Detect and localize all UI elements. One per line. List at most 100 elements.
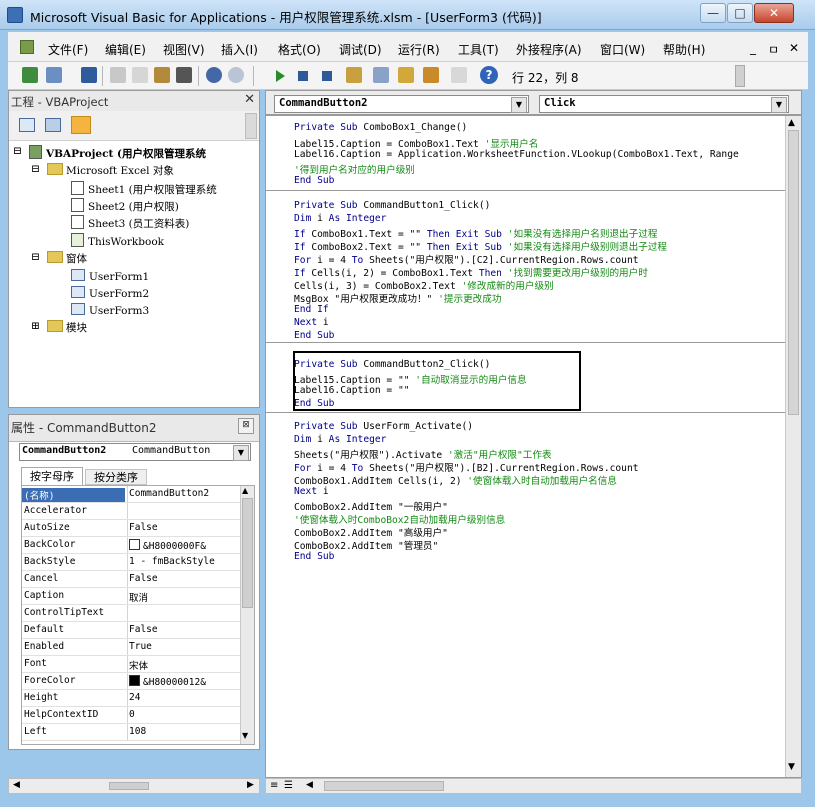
code-line[interactable]: Label15.Caption = ComboBox1.Text '显示用户名 — [294, 136, 538, 150]
tree-sheet2[interactable]: Sheet2 (用户权限) — [71, 198, 179, 214]
project-pane-close-icon[interactable]: ✕ — [244, 92, 255, 107]
code-line[interactable]: If Cells(i, 2) = ComboBox1.Text Then '找到… — [294, 265, 648, 279]
menu-view[interactable]: 视图(V) — [163, 41, 205, 58]
code-line[interactable]: End Sub — [294, 175, 334, 186]
code-scroll-thumb[interactable] — [788, 130, 799, 415]
tree-modules-folder[interactable]: 模块 — [47, 320, 87, 335]
code-line[interactable]: Next i — [294, 317, 329, 328]
code-line[interactable]: For i = 4 To Sheets("用户权限").[B2].Current… — [294, 460, 639, 474]
design-mode-icon[interactable] — [346, 67, 362, 83]
code-vertical-scrollbar[interactable]: ▲ ▼ — [785, 116, 801, 777]
property-value[interactable]: False — [129, 573, 158, 584]
maximize-button[interactable]: □ — [727, 3, 753, 23]
properties-pane-close-icon[interactable]: ⊠ — [238, 418, 254, 434]
code-line[interactable]: ComboBox2.AddItem "一般用户" — [294, 499, 448, 513]
minimize-button[interactable]: — — [700, 3, 726, 23]
code-line[interactable]: Private Sub ComboBox1_Change() — [294, 122, 467, 133]
menu-help[interactable]: 帮助(H) — [663, 41, 705, 58]
tree-thisworkbook[interactable]: ThisWorkbook — [71, 233, 164, 248]
scroll-up-arrow-icon[interactable]: ▲ — [242, 486, 248, 495]
project-pane-scroll-thumb[interactable] — [245, 113, 257, 139]
tree-expander[interactable]: ⊟ — [31, 163, 40, 175]
menu-window[interactable]: 窗口(W) — [600, 41, 645, 58]
property-row[interactable]: Left 108 — [22, 724, 240, 741]
code-line[interactable]: If ComboBox1.Text = "" Then Exit Sub '如果… — [294, 226, 657, 240]
code-line[interactable]: '得到用户名对应的用户级别 — [294, 162, 415, 176]
mdi-minimize-button[interactable]: _ — [750, 41, 756, 55]
code-line[interactable]: End If — [294, 304, 329, 315]
project-explorer-icon[interactable] — [373, 67, 389, 83]
view-code-icon[interactable] — [19, 118, 35, 132]
menu-edit[interactable]: 编辑(E) — [105, 41, 146, 58]
code-line[interactable]: End Sub — [294, 551, 334, 562]
property-value[interactable]: &H8000000F& — [129, 539, 206, 552]
paste-icon[interactable] — [154, 67, 170, 83]
redo-icon[interactable] — [228, 67, 244, 83]
full-module-view-icon[interactable]: ☰ — [284, 780, 293, 791]
tree-expander[interactable]: ⊟ — [13, 145, 22, 157]
tree-userform1[interactable]: UserForm1 — [71, 269, 149, 283]
properties-object-combo[interactable]: CommandButton2 CommandButton ▼ — [19, 443, 251, 461]
object-combo[interactable]: CommandButton2 ▼ — [274, 95, 529, 113]
run-icon[interactable] — [276, 70, 285, 82]
properties-window-icon[interactable] — [398, 67, 414, 83]
property-value[interactable]: 24 — [129, 692, 140, 703]
tree-sheet3[interactable]: Sheet3 (员工资料表) — [71, 215, 189, 231]
mdi-restore-button[interactable]: ㅁ — [768, 41, 779, 58]
property-row[interactable]: HelpContextID 0 — [22, 707, 240, 724]
mdi-close-button[interactable]: ✕ — [789, 41, 799, 55]
toolbox-icon[interactable] — [451, 67, 467, 83]
property-row[interactable]: AutoSize False — [22, 520, 240, 537]
tree-sheet1[interactable]: Sheet1 (用户权限管理系统 — [71, 181, 217, 197]
menu-debug[interactable]: 调试(D) — [339, 41, 382, 58]
properties-scroll-thumb[interactable] — [242, 498, 253, 608]
tree-forms-folder[interactable]: 窗体 — [47, 251, 87, 266]
menu-addins[interactable]: 外接程序(A) — [516, 41, 582, 58]
scroll-right-arrow-icon[interactable]: ▶ — [247, 780, 254, 790]
property-value[interactable]: &H80000012& — [129, 675, 206, 688]
code-line[interactable]: Dim i As Integer — [294, 434, 386, 445]
left-scroll-thumb[interactable] — [109, 782, 149, 790]
code-editor[interactable]: Private Sub ComboBox1_Change() Label15.Ca… — [265, 115, 802, 778]
properties-scrollbar[interactable]: ▲ ▼ — [240, 486, 254, 744]
property-row[interactable]: Height 24 — [22, 690, 240, 707]
scroll-left-arrow-icon[interactable]: ◀ — [306, 780, 313, 790]
menu-tools[interactable]: 工具(T) — [458, 41, 499, 58]
menu-insert[interactable]: 插入(I) — [221, 41, 258, 58]
scroll-down-arrow-icon[interactable]: ▼ — [788, 762, 795, 772]
chevron-down-icon[interactable]: ▼ — [771, 97, 787, 113]
chevron-down-icon[interactable]: ▼ — [511, 97, 527, 113]
code-line[interactable]: Sheets("用户权限").Activate '激活"用户权限"工作表 — [294, 447, 552, 461]
code-line[interactable]: If ComboBox2.Text = "" Then Exit Sub '如果… — [294, 239, 667, 253]
property-row[interactable]: Cancel False — [22, 571, 240, 588]
property-value[interactable]: 1 - fmBackStyle — [129, 556, 215, 567]
property-value[interactable]: CommandButton2 — [129, 488, 209, 499]
property-row[interactable]: Accelerator — [22, 503, 240, 520]
code-line[interactable]: Private Sub UserForm_Activate() — [294, 421, 473, 432]
find-icon[interactable] — [176, 67, 192, 83]
property-value[interactable]: 取消 — [129, 590, 148, 604]
property-value[interactable]: False — [129, 624, 158, 635]
property-row[interactable]: Caption 取消 — [22, 588, 240, 605]
reset-icon[interactable] — [322, 71, 332, 81]
property-row[interactable]: BackStyle 1 - fmBackStyle — [22, 554, 240, 571]
tree-expander[interactable]: ⊟ — [31, 251, 40, 263]
property-row[interactable]: ForeColor &H80000012& — [22, 673, 240, 690]
scroll-down-arrow-icon[interactable]: ▼ — [242, 731, 248, 740]
tree-expander[interactable]: ⊞ — [31, 320, 40, 332]
object-browser-icon[interactable] — [423, 67, 439, 83]
code-line[interactable]: MsgBox "用户权限更改成功！" '提示更改成功 — [294, 291, 501, 305]
procedure-combo[interactable]: Click ▼ — [539, 95, 789, 113]
save-icon[interactable] — [81, 67, 97, 83]
code-line[interactable]: Cells(i, 3) = ComboBox2.Text '修改成新的用户级别 — [294, 278, 554, 292]
cut-icon[interactable] — [110, 67, 126, 83]
property-value[interactable]: 108 — [129, 726, 146, 737]
property-value[interactable]: 0 — [129, 709, 135, 720]
toggle-folders-icon[interactable] — [71, 116, 91, 134]
property-row[interactable]: (名称) CommandButton2 — [22, 486, 240, 503]
scroll-up-arrow-icon[interactable]: ▲ — [788, 118, 795, 128]
property-row[interactable]: Default False — [22, 622, 240, 639]
insert-userform-icon[interactable] — [46, 67, 62, 83]
code-line[interactable]: ComboBox2.AddItem "管理员" — [294, 538, 438, 552]
undo-icon[interactable] — [206, 67, 222, 83]
